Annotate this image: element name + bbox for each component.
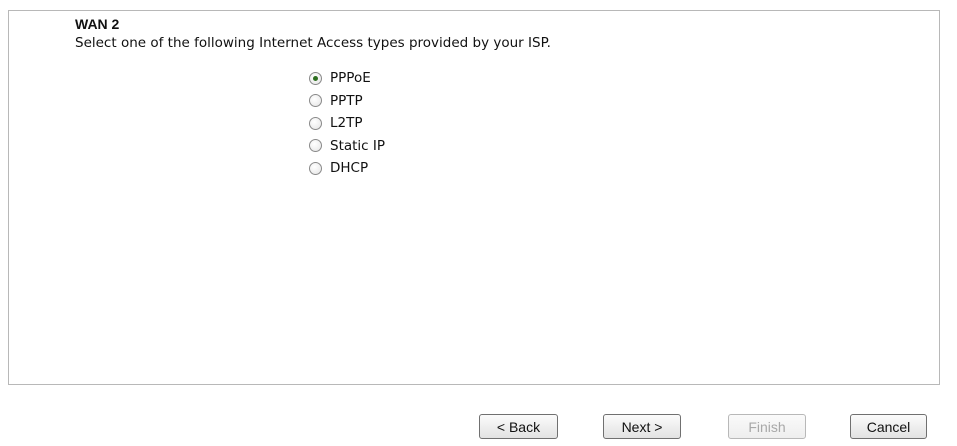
- access-type-option-static-ip[interactable]: Static IP: [309, 135, 385, 158]
- access-type-option-pptp[interactable]: PPTP: [309, 90, 385, 113]
- access-type-instruction: Select one of the following Internet Acc…: [75, 35, 551, 51]
- wan-settings-panel: WAN 2 Select one of the following Intern…: [8, 10, 940, 385]
- back-button[interactable]: < Back: [479, 414, 558, 439]
- radio-icon[interactable]: [309, 161, 322, 175]
- radio-icon[interactable]: [309, 116, 322, 130]
- access-type-label: PPPoE: [330, 70, 371, 87]
- access-type-label: Static IP: [330, 137, 386, 154]
- finish-button: Finish: [728, 414, 806, 439]
- radio-icon[interactable]: [309, 94, 322, 108]
- access-type-option-pppoe[interactable]: PPPoE: [309, 67, 385, 90]
- next-button[interactable]: Next >: [603, 414, 681, 439]
- access-type-option-dhcp[interactable]: DHCP: [309, 157, 385, 180]
- radio-icon[interactable]: [309, 139, 322, 153]
- access-type-radio-group: PPPoE PPTP L2TP Static IP DHCP: [309, 67, 385, 180]
- access-type-option-l2tp[interactable]: L2TP: [309, 112, 385, 135]
- access-type-label: DHCP: [330, 160, 369, 177]
- access-type-label: L2TP: [330, 115, 363, 132]
- cancel-button[interactable]: Cancel: [850, 414, 927, 439]
- radio-icon[interactable]: [309, 71, 322, 85]
- wan-title: WAN 2: [75, 16, 120, 32]
- access-type-label: PPTP: [330, 92, 363, 109]
